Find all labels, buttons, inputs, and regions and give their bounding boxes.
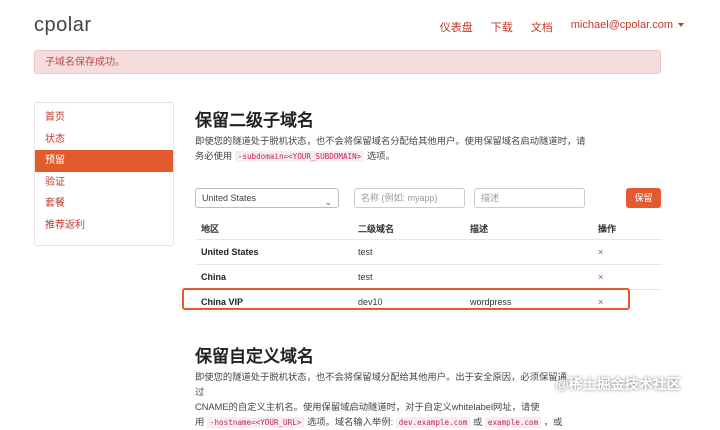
delete-icon[interactable]: × <box>598 297 603 307</box>
region-select[interactable]: United States ⌄ <box>195 188 339 208</box>
custom-desc-line1: 即使您的隧道处于脱机状态，也不会将保留域分配给其他用户。出于安全原因，必须保留通… <box>195 372 567 397</box>
subdomain-name-input[interactable]: 名称 (例如: myapp) <box>354 188 465 208</box>
custom-desc-or: 或 <box>472 417 483 427</box>
custom-desc-line2: CNAME的自定义主机名。使用保留域启动隧道时，对于自定义whitelabel网… <box>195 402 540 412</box>
account-menu[interactable]: michael@cpolar.com <box>571 19 684 35</box>
cell-description: wordpress <box>470 297 512 307</box>
sidebar-item-home[interactable]: 首页 <box>35 107 173 129</box>
sidebar: 首页 状态 预留 验证 套餐 推荐返利 <box>34 102 174 246</box>
custom-desc-line3: 用 <box>195 417 205 427</box>
account-email: michael@cpolar.com <box>570 19 673 31</box>
delete-icon[interactable]: × <box>598 272 603 282</box>
success-alert: 子域名保存成功。 <box>34 50 661 74</box>
reserved-subdomain-table: 地区 二级域名 描述 操作 United States test × China… <box>195 215 662 314</box>
region-select-value: United States <box>202 193 257 203</box>
subdomain-desc-tail: 选项。 <box>366 151 395 161</box>
custom-domain-description: 即使您的隧道处于脱机状态，也不会将保留域分配给其他用户。出于安全原因，必须保留通… <box>195 370 575 430</box>
cell-region: China VIP <box>201 297 244 307</box>
subdomain-description: 即使您的隧道处于脱机状态，也不会将保留域名分配给其他用户。使用保留域名启动隧道时… <box>195 134 590 164</box>
sidebar-item-verify[interactable]: 验证 <box>35 172 173 194</box>
example-domain-code: example.com <box>484 417 542 428</box>
nav-download-link[interactable]: 下载 <box>491 19 513 35</box>
table-row: United States test × <box>195 239 662 264</box>
sidebar-item-reserved[interactable]: 预留 <box>35 150 173 172</box>
subdomain-section-title: 保留二级子域名 <box>195 111 314 130</box>
cell-subdomain: dev10 <box>358 297 383 307</box>
nav-dashboard-link[interactable]: 仪表盘 <box>440 19 473 35</box>
custom-desc-tail: ，或 <box>543 417 563 427</box>
delete-icon[interactable]: × <box>598 247 603 257</box>
cell-subdomain: test <box>358 272 373 282</box>
table-header-row: 地区 二级域名 描述 操作 <box>195 215 662 239</box>
hostname-option-code: -hostname=<YOUR_URL> <box>206 417 305 428</box>
cell-subdomain: test <box>358 247 373 257</box>
chevron-down-icon <box>678 23 684 28</box>
custom-domain-section-title: 保留自定义域名 <box>195 347 314 366</box>
column-header-description: 描述 <box>470 224 489 234</box>
column-header-region: 地区 <box>201 224 220 234</box>
table-row: China test × <box>195 264 662 289</box>
column-header-action: 操作 <box>598 224 617 234</box>
sidebar-item-status[interactable]: 状态 <box>35 129 173 151</box>
cell-region: China <box>201 272 227 282</box>
column-header-subdomain: 二级域名 <box>358 224 395 234</box>
subdomain-option-code: -subdomain=<YOUR_SUBDOMAIN> <box>234 151 365 162</box>
top-navbar: cpolar 仪表盘 下载 文档 michael@cpolar.com <box>0 0 720 48</box>
sidebar-item-plan[interactable]: 套餐 <box>35 193 173 215</box>
top-nav: 仪表盘 下载 文档 michael@cpolar.com <box>440 19 684 35</box>
subdomain-description-input[interactable]: 描述 <box>474 188 585 208</box>
nav-docs-link[interactable]: 文档 <box>531 19 553 35</box>
cell-region: United States <box>201 247 259 257</box>
example-domain-code: dev.example.com <box>395 417 471 428</box>
reserve-button[interactable]: 保留 <box>626 188 661 208</box>
sidebar-item-referral[interactable]: 推荐返利 <box>35 215 173 237</box>
table-row: China VIP dev10 wordpress × <box>195 289 662 314</box>
custom-desc-example: 选项。域名输入举例: <box>306 417 394 427</box>
watermark: @稀土掘金技术社区 <box>555 376 681 392</box>
chevron-down-icon: ⌄ <box>324 197 332 207</box>
brand-logo[interactable]: cpolar <box>34 14 91 37</box>
